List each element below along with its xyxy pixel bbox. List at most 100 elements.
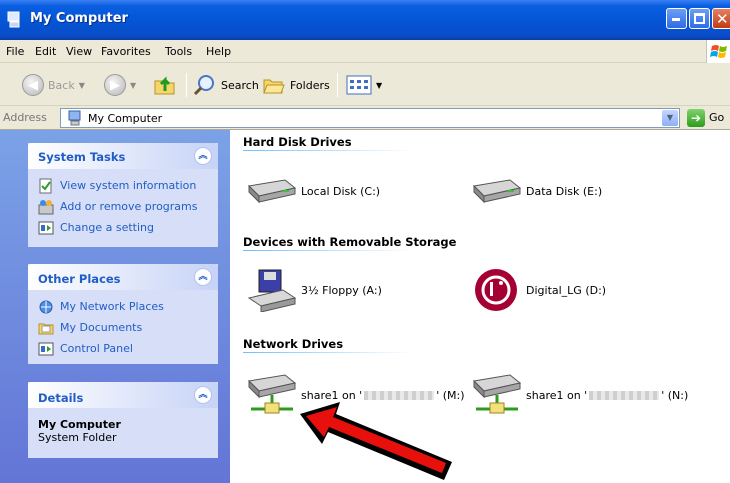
toolbar-separator [186, 73, 187, 97]
drive-label: 3½ Floppy (A:) [301, 283, 382, 297]
task-label: Change a setting [60, 221, 154, 234]
red-arrow-annotation [300, 402, 452, 480]
group-title-removable: Devices with Removable Storage [243, 235, 457, 249]
back-button[interactable]: ◀ Back ▼ [22, 72, 85, 98]
menu-bar: File Edit View Favorites Tools Help [0, 40, 730, 63]
details-title: Details [38, 391, 84, 405]
other-places-header[interactable]: Other Places ︽ [28, 264, 218, 290]
details-item-name: My Computer [38, 418, 121, 431]
group-divider [243, 150, 413, 151]
menu-file[interactable]: File [6, 45, 24, 58]
minimize-icon [672, 18, 680, 21]
search-label: Search [221, 78, 259, 92]
collapse-chevron-icon[interactable]: ︽ [194, 268, 212, 286]
drive-item[interactable]: Local Disk (C:) [245, 178, 380, 204]
windows-logo-icon [706, 40, 730, 63]
drive-item[interactable]: share1 on ' ' (N:) [470, 373, 688, 417]
system-info-icon [39, 178, 52, 193]
close-icon: ✕ [716, 10, 729, 28]
system-tasks-panel: System Tasks ︽ View system information A… [28, 143, 218, 247]
network-drive-icon [472, 374, 522, 414]
views-dropdown-icon: ▼ [376, 80, 383, 90]
folders-label: Folders [290, 78, 330, 92]
up-folder-icon [154, 76, 175, 95]
group-divider [243, 352, 413, 353]
drive-item[interactable]: 3½ Floppy (A:) [245, 268, 382, 312]
task-label: Add or remove programs [60, 200, 198, 213]
forward-arrow-icon: ▶ [104, 74, 126, 96]
control-panel-icon [38, 221, 54, 234]
place-control-panel[interactable]: Control Panel [28, 338, 218, 359]
my-computer-icon [68, 110, 81, 126]
search-button[interactable]: Search [193, 72, 259, 98]
floppy-drive-icon [247, 269, 297, 312]
place-label: My Documents [60, 321, 143, 334]
address-label: Address [3, 111, 47, 124]
system-tasks-header[interactable]: System Tasks ︽ [28, 143, 218, 169]
my-computer-icon [7, 11, 20, 28]
up-folder-button[interactable] [153, 72, 177, 98]
address-input[interactable]: My Computer ▼ [60, 108, 680, 128]
hard-disk-icon [247, 179, 297, 204]
menu-view[interactable]: View [66, 45, 92, 58]
network-drive-icon [247, 374, 297, 414]
maximize-button[interactable] [689, 8, 710, 29]
folders-button[interactable]: Folders [262, 72, 330, 98]
close-button[interactable]: ✕ [712, 8, 730, 29]
views-button[interactable]: ▼ [346, 72, 382, 98]
add-remove-programs-icon [38, 199, 54, 214]
address-bar: Address My Computer ▼ ➔ Go [0, 106, 730, 130]
drive-item[interactable]: Data Disk (E:) [470, 178, 602, 204]
back-arrow-icon: ◀ [22, 74, 44, 96]
menu-tools[interactable]: Tools [165, 45, 192, 58]
back-label: Back [48, 78, 75, 92]
system-tasks-title: System Tasks [38, 150, 126, 164]
back-dropdown-icon: ▼ [78, 80, 85, 90]
my-documents-icon [38, 323, 54, 334]
search-icon [193, 75, 214, 96]
place-my-documents[interactable]: My Documents [28, 317, 218, 338]
go-button[interactable]: Go [709, 111, 724, 124]
views-icon [346, 75, 372, 95]
task-view-system-info[interactable]: View system information [28, 175, 218, 196]
address-dropdown-icon[interactable]: ▼ [662, 110, 678, 126]
details-header[interactable]: Details ︽ [28, 382, 218, 408]
hard-disk-icon [472, 179, 522, 204]
forward-button[interactable]: ▶ ▼ [104, 72, 136, 98]
details-item-type: System Folder [38, 431, 117, 444]
menu-favorites[interactable]: Favorites [101, 45, 151, 58]
collapse-chevron-icon[interactable]: ︽ [194, 147, 212, 165]
toolbar: ◀ Back ▼ ▶ ▼ Search Folders ▼ [0, 63, 730, 106]
details-panel: Details ︽ My Computer System Folder [28, 382, 218, 458]
group-title-hard-disks: Hard Disk Drives [243, 135, 352, 149]
lg-logo-icon [475, 269, 517, 311]
other-places-panel: Other Places ︽ My Network Places My Docu… [28, 264, 218, 364]
network-places-icon [39, 300, 53, 313]
task-label: View system information [60, 179, 197, 192]
drive-label: share1 on ' ' (N:) [526, 388, 689, 402]
folders-icon [263, 79, 285, 94]
address-value: My Computer [88, 112, 163, 125]
collapse-chevron-icon[interactable]: ︽ [194, 386, 212, 404]
place-label: Control Panel [60, 342, 133, 355]
drive-label: Local Disk (C:) [301, 184, 381, 198]
menu-help[interactable]: Help [206, 45, 231, 58]
window-title: My Computer [30, 11, 128, 26]
task-change-setting[interactable]: Change a setting [28, 217, 218, 238]
maximize-icon [694, 13, 705, 24]
place-my-network-places[interactable]: My Network Places [28, 296, 218, 317]
drive-label: Data Disk (E:) [526, 184, 603, 198]
place-label: My Network Places [60, 300, 164, 313]
control-panel-icon [38, 342, 54, 355]
toolbar-separator [337, 73, 338, 97]
title-bar: My Computer ✕ [0, 0, 730, 40]
drive-item[interactable]: Digital_LG (D:) [470, 268, 606, 312]
forward-dropdown-icon: ▼ [130, 80, 137, 90]
menu-edit[interactable]: Edit [35, 45, 56, 58]
drive-label: Digital_LG (D:) [526, 283, 607, 297]
task-add-remove-programs[interactable]: Add or remove programs [28, 196, 218, 217]
group-divider [243, 250, 413, 251]
other-places-title: Other Places [38, 272, 121, 286]
go-arrow-icon[interactable]: ➔ [687, 109, 705, 127]
minimize-button[interactable] [666, 8, 687, 29]
